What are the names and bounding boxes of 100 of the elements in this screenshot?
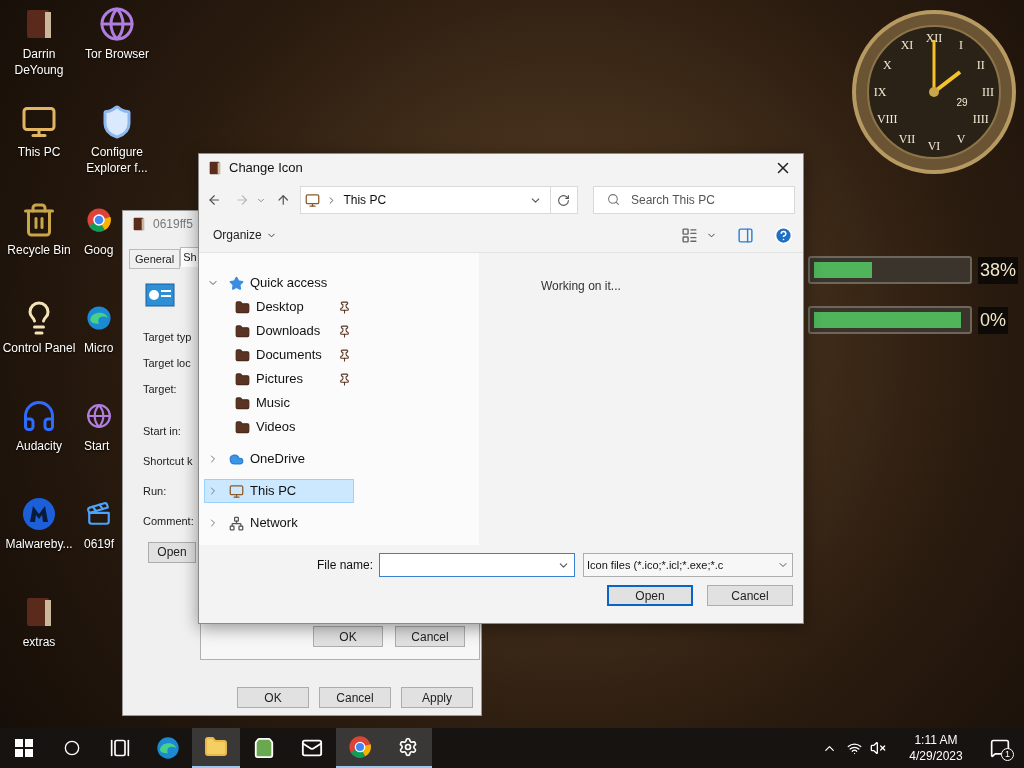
dialog-button[interactable]: Cancel (319, 687, 391, 708)
desktop-icon-label[interactable]: Goog (78, 242, 114, 258)
folder-icon (235, 347, 250, 363)
address-bar[interactable]: This PC (300, 186, 551, 214)
refresh-icon (557, 193, 571, 207)
field-label: Comment: (143, 514, 194, 529)
desktop-icon-label[interactable]: Audacity (1, 438, 77, 454)
four-panes-icon (15, 739, 33, 757)
clapperboard-icon (86, 501, 112, 527)
desktop-icon-label[interactable]: Start (78, 438, 110, 454)
desktop-icon-label[interactable]: Recycle Bin (1, 242, 77, 258)
tab[interactable]: General (129, 249, 181, 269)
refresh-button[interactable] (550, 186, 578, 214)
desktop-icon-label[interactable]: Tor Browser (79, 46, 155, 62)
task-view-icon (110, 738, 130, 758)
browser-logo-icon (348, 735, 372, 759)
shortcut-file-icon (145, 283, 175, 307)
tree-item[interactable]: Quick access (204, 271, 354, 295)
headphones-icon (21, 398, 57, 434)
bin-icon (21, 202, 57, 238)
file-type-dropdown[interactable]: Icon files (*.ico;*.icl;*.exe;*.c (583, 553, 793, 577)
logo-icon (21, 496, 57, 532)
window-title: 0619ff5 (153, 216, 193, 233)
dialog-button[interactable]: Cancel (707, 585, 793, 606)
folder-icon (235, 371, 250, 387)
cloud-icon (229, 451, 244, 467)
dialog-button[interactable]: Open (607, 585, 693, 606)
help-icon[interactable] (774, 225, 793, 245)
address-text[interactable]: This PC (343, 191, 387, 209)
file-name-field[interactable] (379, 553, 575, 577)
taskbar-button[interactable] (384, 728, 432, 768)
tree-item[interactable]: Pictures (204, 367, 354, 391)
search-field[interactable]: Search This PC (593, 186, 795, 214)
back-arrow-icon[interactable] (207, 192, 222, 208)
computer-icon (305, 192, 321, 208)
clock-drawing: XII XI I X II IX III VIII IIII VII V VI 29 (852, 10, 1016, 174)
network-icon[interactable] (847, 740, 862, 756)
folder-icon (235, 299, 250, 315)
dialog-button[interactable]: Apply (401, 687, 473, 708)
preview-pane-icon[interactable] (737, 226, 754, 244)
notifications-button[interactable]: 1 (976, 728, 1024, 768)
desktop-icon-label[interactable]: Malwareby... (1, 536, 77, 552)
star-icon (229, 275, 244, 291)
field-label: Start in: (143, 424, 181, 439)
settings-icon (398, 737, 418, 757)
field-label: Target: (143, 382, 177, 397)
field-label: Target loc (143, 356, 191, 371)
folder-icon (235, 419, 250, 435)
tree-item[interactable]: Videos (204, 415, 354, 439)
folder-icon (235, 323, 250, 339)
notification-count-badge: 1 (1001, 748, 1014, 761)
search-icon (607, 193, 620, 206)
tree-item[interactable]: Documents (204, 343, 354, 367)
tree-item[interactable]: Network (204, 511, 354, 535)
folder-icon (204, 735, 228, 759)
dialog-button[interactable]: OK (313, 626, 383, 647)
desktop-icon-label[interactable]: Micro (78, 340, 114, 356)
taskbar-button[interactable] (336, 728, 384, 768)
field-label: Run: (143, 484, 167, 499)
dialog-button[interactable]: OK (237, 687, 309, 708)
book-folder-icon (131, 216, 147, 232)
window-title: Change Icon (229, 159, 303, 178)
file-name-label: File name: (316, 557, 373, 574)
computer-icon (21, 104, 57, 140)
desktop-icon-label[interactable]: This PC (1, 144, 77, 160)
globe-icon (99, 6, 135, 42)
clock-button[interactable]: 1:11 AM 4/29/2023 (896, 732, 976, 764)
dialog-button[interactable]: Cancel (395, 626, 465, 647)
open-file-location-button[interactable]: Open (148, 541, 196, 563)
globe-icon (86, 403, 112, 429)
field-label: Target typ (143, 330, 192, 345)
wave-logo-icon (156, 736, 180, 760)
desktop-icon-label[interactable]: Configure Explorer f... (79, 144, 155, 176)
search-icon (64, 740, 80, 756)
tree-item[interactable]: Music (204, 391, 354, 415)
view-options-icon[interactable] (681, 226, 698, 244)
network-icon (229, 515, 244, 531)
tree-item[interactable]: OneDrive (204, 447, 354, 471)
folder-icon (235, 395, 250, 411)
tab[interactable]: Sh (180, 247, 200, 267)
notifications-icon (990, 738, 1010, 758)
organize-button[interactable]: Organize (213, 226, 277, 244)
volume-muted-icon[interactable] (870, 740, 886, 756)
tree-item[interactable]: This PC (204, 479, 354, 503)
envelope-icon (301, 737, 323, 759)
book-folder-icon (207, 160, 223, 176)
browser-logo-icon (86, 207, 112, 233)
tree-item[interactable]: Downloads (204, 319, 354, 343)
desktop-icon-label[interactable]: Control Panel (1, 340, 77, 356)
desktop-icon-label[interactable]: 0619f (78, 536, 115, 552)
shopping-bag-icon (253, 737, 275, 759)
status-text: Working on it... (541, 279, 621, 293)
desktop-icon-label[interactable]: Darrin DeYoung (1, 46, 77, 78)
desktop-icon-label[interactable]: extras (1, 634, 77, 650)
taskbar-button[interactable] (192, 728, 240, 768)
wave-logo-icon (86, 305, 112, 331)
drive-usage-reading: 0% (978, 306, 1008, 334)
tree-item[interactable]: Desktop (204, 295, 354, 319)
computer-icon (229, 483, 244, 499)
drive-usage-reading: 38% (978, 256, 1019, 284)
